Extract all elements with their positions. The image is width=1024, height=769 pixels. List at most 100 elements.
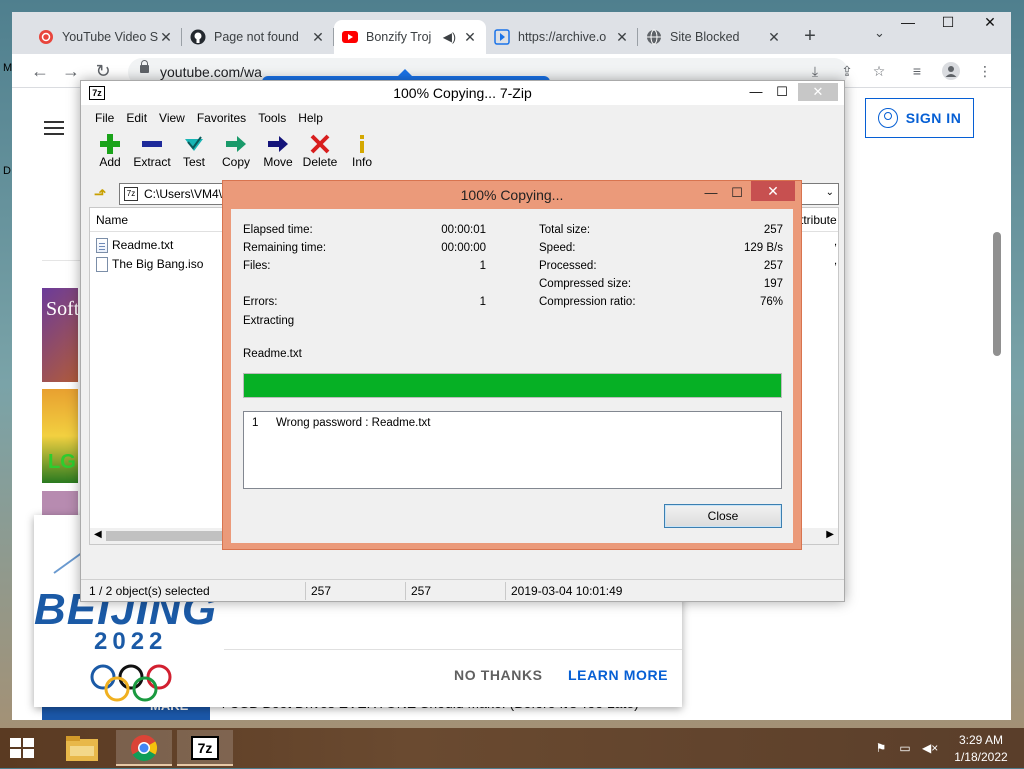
no-thanks-button[interactable]: NO THANKS: [454, 667, 543, 683]
up-folder-icon[interactable]: ⬏: [91, 185, 109, 203]
selection-status: 1 / 2 object(s) selected: [89, 584, 210, 598]
add-button[interactable]: Add: [89, 133, 131, 177]
flag-icon[interactable]: ⚑: [874, 741, 888, 755]
tab-close-icon[interactable]: ✕: [614, 29, 630, 46]
tab-title: Page not found: [214, 30, 299, 44]
page-scrollbar[interactable]: [993, 232, 1001, 356]
current-file-text: Readme.txt: [243, 348, 302, 360]
test-icon: [183, 133, 205, 155]
copy-label: Copy: [221, 155, 250, 169]
column-attributes-header[interactable]: ttribute: [800, 213, 837, 227]
network-icon[interactable]: ▭: [898, 741, 912, 755]
tab-title: Site Blocked: [670, 30, 740, 44]
archive-icon: [494, 29, 510, 45]
video-thumbnail[interactable]: [42, 491, 78, 515]
list-item[interactable]: Readme.txt: [96, 236, 173, 254]
chevron-down-icon[interactable]: ⌄: [826, 187, 834, 198]
maximize-button[interactable]: ☐: [928, 12, 968, 32]
move-label: Move: [263, 155, 293, 169]
back-arrow-icon[interactable]: ←: [29, 60, 51, 82]
files-label: Files:: [243, 260, 271, 272]
forward-arrow-icon[interactable]: →: [60, 60, 82, 82]
tab-close-icon[interactable]: ✕: [462, 29, 478, 46]
tab-close-icon[interactable]: ✕: [766, 29, 782, 46]
maximize-button[interactable]: ☐: [767, 83, 797, 101]
scroll-left-icon[interactable]: ◀: [94, 529, 102, 540]
beijing-year-text: 2022: [94, 628, 168, 655]
tab-bonzify[interactable]: Bonzify Troj ◀) ✕: [334, 20, 486, 54]
close-button[interactable]: ✕: [798, 83, 838, 101]
compressed-size-label: Compressed size:: [539, 278, 632, 290]
new-tab-button[interactable]: +: [798, 24, 822, 48]
copy-button[interactable]: Copy: [215, 133, 257, 177]
move-button[interactable]: Move: [257, 133, 299, 177]
speaker-icon[interactable]: ◀): [443, 30, 456, 44]
compression-ratio-label: Compression ratio:: [539, 296, 636, 308]
menu-file[interactable]: File: [89, 107, 120, 129]
hamburger-menu-icon[interactable]: [44, 121, 64, 135]
status-size: 257: [311, 584, 332, 598]
tab-archive[interactable]: https://archive.o ✕: [486, 20, 638, 54]
file-name: Readme.txt: [112, 238, 174, 252]
minimize-button[interactable]: —: [888, 12, 928, 32]
tab-close-icon[interactable]: ✕: [158, 29, 174, 46]
test-button[interactable]: Test: [173, 133, 215, 177]
7zip-menu-bar: File Edit View Favorites Tools Help: [81, 107, 844, 129]
files-value: 1: [479, 260, 486, 272]
extract-icon: [141, 133, 163, 155]
scroll-right-icon[interactable]: ▶: [826, 529, 834, 540]
tab-search-chevron-icon[interactable]: ⌄: [874, 25, 885, 41]
status-modified: 2019-03-04 10:01:49: [511, 584, 623, 598]
close-dialog-button[interactable]: Close: [664, 504, 782, 528]
file-explorer-icon[interactable]: [54, 730, 110, 766]
olympic-rings-icon: [90, 664, 172, 702]
close-button[interactable]: ✕: [970, 12, 1010, 32]
delete-button[interactable]: Delete: [299, 133, 341, 177]
tab-close-icon[interactable]: ✕: [310, 29, 326, 46]
profile-icon[interactable]: [942, 62, 960, 80]
copy-progress-dialog: 100% Copying... — ☐ ✕ Elapsed time: 00:0…: [222, 180, 802, 550]
reload-icon[interactable]: ↻: [92, 60, 114, 82]
menu-favorites[interactable]: Favorites: [191, 107, 252, 129]
menu-tools[interactable]: Tools: [252, 107, 292, 129]
error-message-list[interactable]: 1 Wrong password : Readme.txt: [243, 411, 782, 489]
share-icon[interactable]: ⇪: [838, 62, 856, 80]
7zip-icon[interactable]: 7z: [177, 730, 233, 766]
drive-icon: 7z: [124, 187, 138, 201]
progress-fill: [244, 374, 781, 397]
list-item[interactable]: The Big Bang.iso: [96, 255, 203, 273]
menu-view[interactable]: View: [153, 107, 191, 129]
clock-time[interactable]: 3:29 AM: [956, 733, 1006, 747]
bookmark-star-icon[interactable]: ☆: [870, 62, 888, 80]
volume-muted-icon[interactable]: ◀×: [922, 741, 938, 755]
chrome-icon[interactable]: [116, 730, 172, 766]
total-size-value: 257: [763, 224, 783, 236]
install-app-icon[interactable]: ⤓: [806, 62, 824, 80]
minimize-button[interactable]: —: [697, 183, 725, 203]
close-button[interactable]: ✕: [751, 181, 795, 201]
video-thumbnail[interactable]: LG: [42, 389, 78, 483]
extract-button[interactable]: Extract: [131, 133, 173, 177]
menu-edit[interactable]: Edit: [120, 107, 153, 129]
kebab-menu-icon[interactable]: ⋮: [976, 62, 994, 80]
desktop-icon-label: M: [3, 62, 13, 74]
dialog-body: Elapsed time: 00:00:01 Remaining time: 0…: [231, 209, 793, 543]
learn-more-button[interactable]: LEARN MORE: [568, 667, 668, 683]
remaining-time-value: 00:00:00: [441, 242, 486, 254]
menu-help[interactable]: Help: [292, 107, 329, 129]
move-icon: [267, 133, 289, 155]
media-control-icon[interactable]: ≡: [908, 62, 926, 80]
message-text: Wrong password : Readme.txt: [276, 417, 431, 429]
info-button[interactable]: Info: [341, 133, 383, 177]
video-thumbnail[interactable]: Soft: [42, 288, 79, 382]
clock-date[interactable]: 1/18/2022: [951, 750, 1011, 764]
column-name-header[interactable]: Name: [96, 213, 128, 227]
tab-page-not-found[interactable]: Page not found ✕: [182, 20, 334, 54]
7zip-title-bar[interactable]: 7z 100% Copying... 7-Zip — ☐ ✕: [81, 81, 844, 105]
windows-start-icon[interactable]: [8, 736, 40, 760]
sign-in-button[interactable]: SIGN IN: [865, 98, 974, 138]
file-attr: ,: [834, 236, 838, 248]
maximize-button[interactable]: ☐: [723, 183, 751, 203]
tab-site-blocked[interactable]: Site Blocked ✕: [638, 20, 790, 54]
tab-youtube-video[interactable]: YouTube Video S ✕: [30, 20, 182, 54]
